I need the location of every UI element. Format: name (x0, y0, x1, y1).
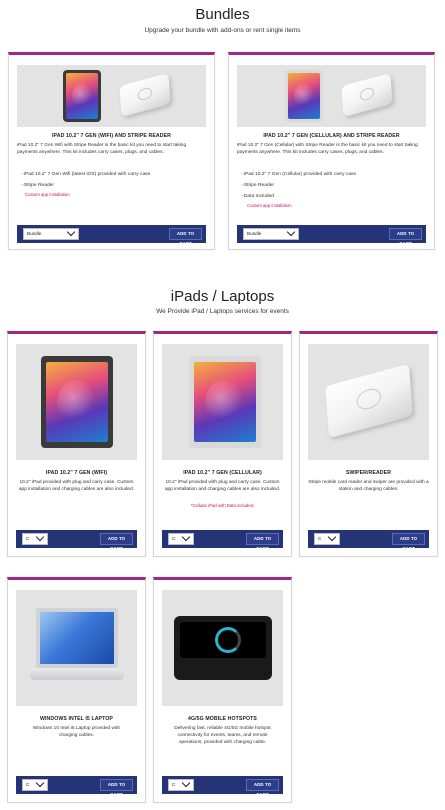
cart-bar: Bundle ADD TO CART (17, 225, 206, 246)
bundle-item: iPad 10.2" 7 Gen Wifi (latest iOS) provi… (21, 171, 151, 177)
cart-bar: Bundle ADD TO CART (237, 225, 426, 246)
quantity-select[interactable]: C (168, 532, 194, 545)
add-to-cart-button[interactable]: ADD TO CART (100, 779, 133, 797)
quantity-select[interactable]: C (22, 778, 48, 791)
product-title: SWIPER/READER (345, 470, 392, 476)
add-to-cart-button[interactable]: ADD TO CART (169, 228, 202, 246)
bundle-card-ipad-wifi: IPAD 10.2" 7 GEN (WIFI) AND STRIPE READE… (8, 52, 215, 250)
ipad-image (63, 70, 101, 122)
select-value: Bundle (27, 231, 42, 236)
stripe-reader-image (325, 363, 413, 439)
cellular-data-note: *Cellular iPad with Data included. (190, 503, 255, 508)
product-card-ipad-cellular: IPAD 10.2" 7 GEN (CELLULAR) 10.2" iPad p… (153, 331, 292, 557)
bundles-section-subtitle: Upgrade your bundle with add-ons or rent… (144, 27, 301, 34)
cart-bar: C ADD TO CART (16, 530, 137, 551)
select-value: Bundle (247, 231, 262, 236)
bundle-select[interactable]: Bundle (23, 227, 79, 240)
add-to-cart-button[interactable]: ADD TO CART (246, 533, 279, 551)
product-card-swiper-reader: SWIPER/READER Stripe mobile card reader … (299, 331, 438, 557)
bundle-item: Stripe Reader (21, 182, 54, 188)
product-card-mobile-hotspot: 4G/5G MOBILE HOTSPOTS Delivering fast, r… (153, 577, 292, 803)
quantity-select[interactable]: C (22, 532, 48, 545)
product-title: IPAD 10.2" 7 GEN (CELLULAR) AND STRIPE R… (263, 133, 400, 139)
select-value: C (26, 536, 30, 541)
select-value: C (318, 536, 322, 541)
bundle-item: Data Included (241, 193, 274, 199)
add-to-cart-button[interactable]: ADD TO CART (392, 533, 425, 551)
product-description: 10.2" iPad provided with plug and carry … (164, 480, 281, 492)
product-description: iPad 10.2" 7 Gen (Cellular) with Stripe … (237, 143, 418, 155)
product-description: Delivering fast, reliable 4G/5G mobile h… (174, 726, 271, 745)
quantity-select[interactable]: C (314, 532, 340, 545)
select-value: C (172, 536, 176, 541)
product-title: IPAD 10.2" 7 GEN (CELLULAR) (183, 470, 262, 476)
chevron-down-icon (181, 778, 191, 788)
bundles-section-title: Bundles (195, 6, 250, 23)
bundle-item: iPad 10.2" 7 Gen (Cellular) provided wit… (241, 171, 356, 177)
product-title: WINDOWS INTEL I5 LAPTOP (39, 716, 113, 722)
product-card-windows-laptop: WINDOWS INTEL I5 LAPTOP Windows 10 Intel… (7, 577, 146, 803)
product-image (237, 65, 426, 127)
custom-app-note: Custom app installation (247, 203, 292, 208)
add-to-cart-button[interactable]: ADD TO CART (100, 533, 133, 551)
quantity-select[interactable]: C (168, 778, 194, 791)
chevron-down-icon (35, 532, 45, 542)
bundle-select[interactable]: Bundle (243, 227, 299, 240)
select-value: C (172, 782, 176, 787)
stripe-reader-image (119, 73, 171, 117)
ipad-image (41, 356, 113, 448)
ipads-section-title: iPads / Laptops (170, 288, 275, 305)
select-value: C (26, 782, 30, 787)
cart-bar: C ADD TO CART (162, 776, 283, 797)
stripe-reader-image (341, 73, 393, 117)
chevron-down-icon (181, 532, 191, 542)
product-title: IPAD 10.2" 7 GEN (WIFI) AND STRIPE READE… (52, 133, 171, 139)
product-description: iPad 10.2" 7 Gen Wifi with Stripe Reader… (17, 143, 187, 155)
chevron-down-icon (35, 778, 45, 788)
hotspot-image (174, 616, 272, 680)
product-description: Stripe mobile card reader and swiper are… (308, 480, 429, 492)
product-image (308, 344, 429, 460)
product-image (16, 590, 137, 706)
product-image (17, 65, 206, 127)
product-description: 10.2" iPad provided with plug and carry … (18, 480, 135, 492)
product-image (16, 344, 137, 460)
add-to-cart-button[interactable]: ADD TO CART (389, 228, 422, 246)
chevron-down-icon (66, 227, 76, 237)
custom-app-note: Custom app installation (25, 192, 70, 197)
cart-bar: C ADD TO CART (16, 776, 137, 797)
product-title: IPAD 10.2" 7 GEN (WIFI) (45, 470, 108, 476)
laptop-keyboard-image (30, 668, 124, 680)
laptop-image (36, 608, 118, 668)
ipad-image (285, 70, 323, 122)
bundle-card-ipad-cellular: IPAD 10.2" 7 GEN (CELLULAR) AND STRIPE R… (228, 52, 435, 250)
product-card-ipad-wifi: IPAD 10.2" 7 GEN (WIFI) 10.2" iPad provi… (7, 331, 146, 557)
product-title: 4G/5G MOBILE HOTSPOTS (188, 716, 257, 722)
ipads-section-subtitle: We Provide iPad / Laptops services for e… (156, 308, 289, 315)
chevron-down-icon (327, 532, 337, 542)
product-image (162, 344, 283, 460)
bundle-item: Stripe Reader (241, 182, 274, 188)
chevron-down-icon (286, 227, 296, 237)
add-to-cart-button[interactable]: ADD TO CART (246, 779, 279, 797)
ipad-image (189, 356, 261, 448)
product-image (162, 590, 283, 706)
cart-bar: C ADD TO CART (162, 530, 283, 551)
cart-bar: C ADD TO CART (308, 530, 429, 551)
product-description: Windows 10 Intel i5 Laptop provided with… (32, 726, 121, 738)
